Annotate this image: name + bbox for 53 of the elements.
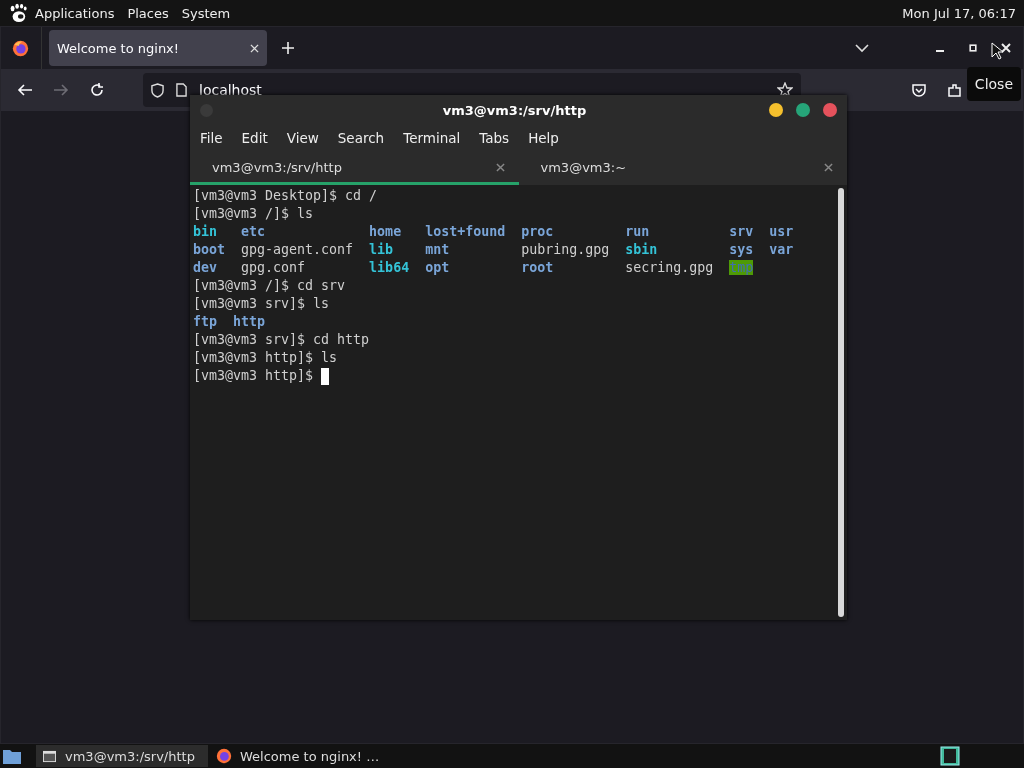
command-line: [vm3@vm3 srv]$ cd http (193, 331, 370, 349)
directory-name: proc (521, 224, 554, 239)
directory-name: boot (193, 242, 226, 257)
directory-name: var (769, 242, 794, 257)
file-name: secring.gpg (625, 260, 714, 275)
command-line: [vm3@vm3 http]$ ls (193, 349, 338, 367)
panel-menu[interactable]: System (181, 5, 231, 21)
directory-name: run (625, 224, 650, 239)
directory-name: usr (769, 224, 794, 239)
directory-name: home (369, 224, 402, 239)
directory-name: mnt (425, 242, 450, 257)
clock[interactable]: Mon Jul 17, 06:17 (902, 5, 1016, 21)
command-line: [vm3@vm3 srv]$ ls (193, 295, 330, 313)
directory-name: tmp (729, 260, 754, 275)
url-text: localhost (199, 82, 262, 98)
command-line: [vm3@vm3 http]$ (193, 367, 314, 385)
menu-item[interactable]: Terminal (393, 130, 470, 146)
taskbar-button[interactable]: Welcome to nginx! … (210, 745, 388, 767)
menu-item[interactable]: Edit (231, 130, 277, 146)
file-name: gpg-agent.conf (241, 242, 354, 257)
browser-tab[interactable]: Welcome to nginx! (49, 30, 267, 66)
tab-title: vm3@vm3:/srv/http (212, 160, 343, 175)
directory-name: root (521, 260, 554, 275)
symlink-name: lib64 (369, 260, 410, 275)
directory-name: opt (425, 260, 450, 275)
directory-name: lost+found (425, 224, 506, 239)
directory-name: ftp (193, 314, 218, 329)
terminal-tab[interactable]: vm3@vm3:~ (518, 153, 847, 185)
directory-name: sys (729, 242, 754, 257)
menu-item[interactable]: Search (327, 130, 394, 146)
file-name: gpg.conf (241, 260, 306, 275)
command-line: [vm3@vm3 /]$ ls (193, 205, 314, 223)
panel-menu[interactable]: Places (127, 5, 169, 21)
tab-title: vm3@vm3:~ (540, 160, 628, 175)
command-line: [vm3@vm3 /]$ cd srv (193, 277, 346, 295)
directory-name: http (233, 314, 266, 329)
directory-name: etc (241, 224, 266, 239)
menu-item[interactable]: Tabs (469, 130, 519, 146)
menu-item[interactable]: View (276, 130, 328, 146)
panel-menu[interactable]: Applications (35, 5, 115, 21)
directory-name: srv (729, 224, 754, 239)
symlink-name: sbin (625, 242, 658, 257)
file-name: pubring.gpg (521, 242, 610, 257)
menu-item[interactable]: Help (518, 130, 568, 146)
terminal-tab[interactable]: vm3@vm3:/srv/http (190, 153, 519, 185)
directory-name: dev (193, 260, 218, 275)
symlink-name: bin (193, 224, 218, 239)
menu-item[interactable]: File (190, 130, 232, 146)
command-line: [vm3@vm3 Desktop]$ cd / (193, 187, 378, 205)
symlink-name: lib (369, 242, 394, 257)
tab-title: Welcome to nginx! (57, 40, 181, 56)
taskbar-button[interactable]: vm3@vm3:/srv/http (36, 745, 208, 767)
tooltip: Close (966, 67, 1021, 101)
